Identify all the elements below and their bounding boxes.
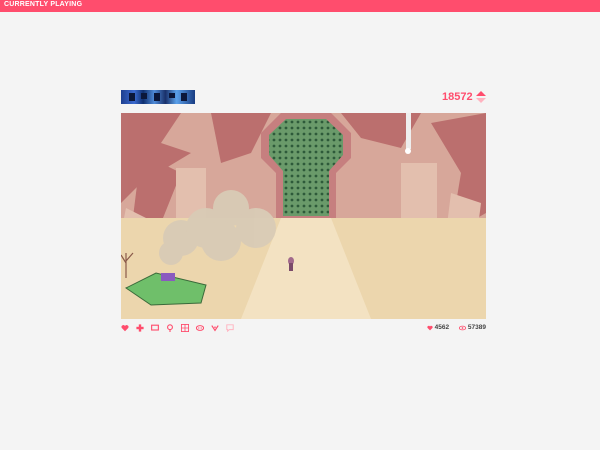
grid-icon[interactable] [181,324,189,332]
pin-icon[interactable] [166,324,174,332]
views-stat: 57389 [458,324,486,331]
likes-stat: 4562 [427,324,449,331]
comment-icon[interactable] [226,324,234,332]
game-screen[interactable] [121,113,486,319]
plus-icon[interactable] [136,324,144,332]
stats-bar: 4562 57389 [419,324,486,334]
views-count: 57389 [467,324,486,331]
screen-icon[interactable] [151,324,159,332]
score-value: 18572 [442,91,473,103]
arrow-icon[interactable] [211,324,219,332]
heart-icon[interactable] [121,324,129,332]
heart-icon [427,325,433,330]
game-thumbnail[interactable] [121,90,195,104]
top-bar: CURRENTLY PLAYING [0,0,600,12]
gamepad-icon[interactable] [196,324,204,332]
score-arrow-icon [476,91,486,103]
header-title: CURRENTLY PLAYING [4,1,83,8]
likes-count: 4562 [434,324,450,331]
eye-icon [458,325,466,330]
